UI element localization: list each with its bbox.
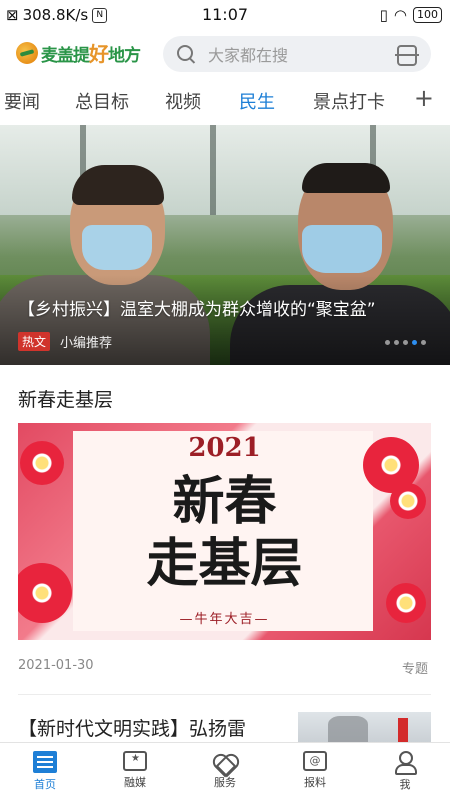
hero-source: 小编推荐 [60, 336, 113, 351]
hero-person-right-mask [302, 225, 382, 273]
vibrate-icon: ▯ [379, 6, 388, 24]
nav-profile[interactable]: 我 [360, 749, 450, 792]
nav-media[interactable]: 融媒 [90, 749, 180, 790]
hero-person-left-mask [82, 225, 152, 270]
nav-profile-label: 我 [399, 778, 411, 791]
carousel-dot-active[interactable] [412, 340, 417, 345]
logo-mark-icon [16, 41, 38, 64]
home-icon [33, 751, 57, 773]
banner-line1: 新春 [172, 471, 277, 532]
carousel-dots [385, 340, 426, 345]
tab-checkin[interactable]: 景点打卡 [313, 88, 385, 114]
feature-banner[interactable]: 2021 新春 走基层 —牛年大吉— [18, 423, 431, 640]
nav-media-label: 融媒 [124, 776, 146, 789]
nav-home-label: 首页 [34, 778, 56, 791]
carousel-dot[interactable] [403, 340, 408, 345]
service-icon [214, 751, 236, 771]
bottom-nav: 首页 融媒 服务 @ 报料 我 [0, 742, 450, 801]
hero-title[interactable]: 【乡村振兴】温室大棚成为群众增收的“聚宝盆” [18, 295, 433, 320]
search-bar[interactable] [163, 36, 431, 74]
tab-livelihood[interactable]: 民生 [239, 88, 275, 114]
hero-shade [0, 275, 450, 365]
logo-text: 麦盖提好地方 [41, 42, 141, 66]
wifi-icon: ◠ [393, 6, 407, 24]
add-tab-icon[interactable]: + [414, 84, 434, 112]
channel-tabs: 要闻 总目标 视频 民生 景点打卡 + [0, 80, 450, 124]
carousel-dot[interactable] [394, 340, 399, 345]
divider [18, 694, 431, 695]
app-header: 麦盖提好地方 [0, 30, 450, 80]
report-icon: @ [303, 751, 327, 771]
status-right: ▯ ◠ 100 [380, 6, 442, 24]
tab-video[interactable]: 视频 [165, 88, 201, 114]
search-icon [177, 45, 193, 61]
thumb-tree [328, 716, 368, 744]
carousel-dot[interactable] [385, 340, 390, 345]
thumb-flag [398, 718, 408, 742]
nav-service[interactable]: 服务 [180, 749, 270, 790]
search-input[interactable] [206, 36, 390, 74]
nav-report-label: 报料 [304, 776, 326, 789]
post-type-label: 专题 [401, 662, 428, 677]
banner-year: 2021 [188, 433, 261, 463]
post-date: 2021-01-30 [18, 658, 94, 673]
status-bar: ⊠ 308.8K/s N 11:07 ▯ ◠ 100 [0, 0, 450, 30]
hero-person-left-hair [72, 165, 164, 205]
carousel-dot[interactable] [421, 340, 426, 345]
scan-icon[interactable] [395, 45, 419, 66]
hot-tag-badge: 热文 [18, 332, 51, 351]
media-icon [123, 751, 147, 771]
nav-home[interactable]: 首页 [0, 749, 90, 792]
banner-line2: 走基层 [146, 533, 303, 594]
tab-news[interactable]: 要闻 [4, 88, 40, 114]
nav-report[interactable]: @ 报料 [270, 749, 360, 790]
hero-person-right-hair [302, 163, 390, 193]
roof-beam [210, 125, 216, 215]
article-title[interactable]: 【新时代文明实践】弘扬雷 [18, 714, 246, 741]
section-title: 新春走基层 [18, 389, 114, 411]
profile-icon [394, 751, 417, 775]
battery-icon: 100 [413, 7, 442, 23]
app-logo[interactable]: 麦盖提好地方 [16, 38, 141, 67]
banner-subtitle: —牛年大吉— [179, 612, 270, 627]
tab-goals[interactable]: 总目标 [75, 88, 129, 114]
hero-carousel[interactable]: 【乡村振兴】温室大棚成为群众增收的“聚宝盆” 热文 小编推荐 [0, 125, 450, 365]
article-thumbnail[interactable] [298, 712, 431, 744]
